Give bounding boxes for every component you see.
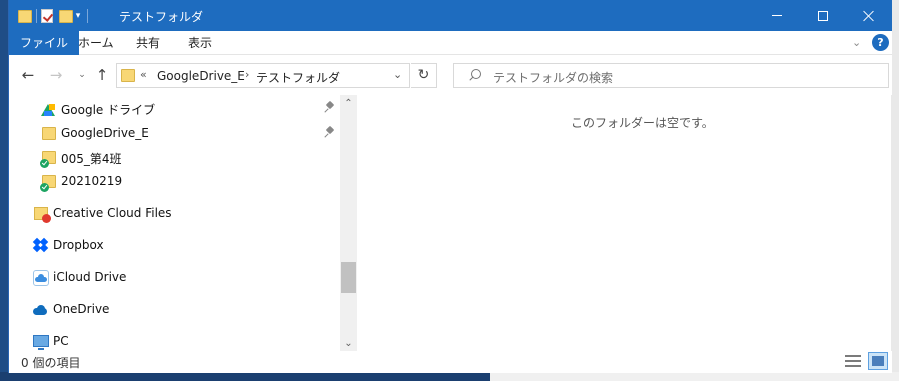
nav-item-label: OneDrive: [53, 302, 110, 316]
customize-toolbar-chevron-down-icon[interactable]: ▾: [73, 11, 83, 21]
quick-access-toolbar: ▾: [18, 7, 92, 25]
nav-item-onedrive[interactable]: OneDrive: [9, 299, 339, 321]
breadcrumb-separator-chevron-right-icon[interactable]: ›: [245, 68, 249, 81]
navigation-bar: ← → ⌄ ↑ « GoogleDrive_E › テストフォルダ ⌄ ↻ テス…: [9, 55, 892, 95]
search-placeholder: テストフォルダの検索: [493, 71, 614, 85]
pin-icon[interactable]: [325, 127, 335, 139]
nav-item-20210219[interactable]: 20210219: [9, 171, 339, 193]
explorer-window: ▾ テストフォルダ ファイル ホーム 共有 表示 ⌄ ? ← → ⌄ ↑ « G…: [8, 0, 892, 373]
nav-item-label: Dropbox: [53, 238, 104, 252]
folder-icon: [121, 69, 135, 82]
breadcrumb-overflow[interactable]: «: [140, 68, 147, 81]
pin-icon[interactable]: [325, 102, 335, 114]
nav-item-label: Google ドライブ: [61, 103, 156, 117]
onedrive-icon: [32, 304, 48, 316]
nav-item-label: PC: [53, 334, 69, 348]
window-title: テストフォルダ: [119, 10, 204, 24]
nav-item-icloud-drive[interactable]: iCloud Drive: [9, 267, 339, 289]
file-list-pane[interactable]: このフォルダーは空です。: [358, 95, 891, 351]
nav-item-label: Creative Cloud Files: [53, 206, 172, 220]
nav-item-label: 005_第4班: [61, 152, 122, 166]
search-icon: [468, 69, 481, 81]
desktop-background-right: [891, 0, 899, 381]
nav-item-googledrive-e[interactable]: GoogleDrive_E: [9, 123, 339, 145]
recent-locations-chevron-down-icon[interactable]: ⌄: [72, 65, 92, 85]
maximize-button[interactable]: [800, 0, 846, 31]
desktop-background-bottom-right: [490, 372, 899, 381]
scroll-up-chevron-icon[interactable]: ⌃: [340, 95, 357, 112]
maximize-icon: [818, 10, 828, 21]
address-dropdown-chevron-down-icon[interactable]: ⌄: [393, 68, 402, 81]
new-folder-icon[interactable]: [59, 9, 73, 23]
title-bar[interactable]: ▾ テストフォルダ: [9, 0, 892, 31]
tab-home[interactable]: ホーム: [66, 31, 126, 55]
nav-item-label: iCloud Drive: [53, 270, 127, 284]
large-icons-view-icon[interactable]: [868, 352, 888, 370]
item-count: 0 個の項目: [21, 356, 81, 370]
synced-check-icon: [40, 159, 49, 168]
folder-icon: [42, 127, 56, 140]
nav-item-label: 20210219: [61, 174, 123, 188]
desktop-background-left: [0, 0, 8, 381]
toolbar-separator: [36, 9, 37, 23]
folder-icon: [18, 9, 32, 23]
creative-cloud-folder-icon: [34, 207, 51, 223]
synced-check-icon: [40, 183, 49, 192]
pc-icon: [33, 335, 49, 350]
properties-icon[interactable]: [41, 9, 53, 23]
up-arrow-icon[interactable]: ↑: [92, 65, 112, 85]
nav-item-label: GoogleDrive_E: [61, 126, 149, 140]
forward-arrow-icon[interactable]: →: [46, 65, 66, 85]
details-view-icon[interactable]: [845, 354, 861, 368]
search-box[interactable]: テストフォルダの検索: [453, 63, 889, 88]
refresh-icon[interactable]: ↻: [411, 63, 437, 88]
ribbon-tabs: ファイル ホーム 共有 表示 ⌄ ?: [9, 31, 892, 55]
tab-share[interactable]: 共有: [124, 31, 172, 55]
expand-ribbon-chevron-down-icon[interactable]: ⌄: [852, 36, 864, 49]
nav-item-pc[interactable]: PC: [9, 331, 339, 353]
dropbox-icon: [32, 237, 49, 253]
minimize-icon: [772, 15, 782, 16]
tab-view[interactable]: 表示: [176, 31, 224, 55]
back-arrow-icon[interactable]: ←: [18, 65, 38, 85]
close-button[interactable]: [846, 0, 892, 31]
breadcrumb-segment-test-folder[interactable]: テストフォルダ: [256, 69, 340, 86]
nav-item-005-group4[interactable]: 005_第4班: [9, 147, 339, 169]
close-icon: [863, 10, 875, 22]
nav-item-creative-cloud-files[interactable]: Creative Cloud Files: [9, 203, 339, 225]
nav-item-dropbox[interactable]: Dropbox: [9, 235, 339, 257]
empty-folder-message: このフォルダーは空です。: [571, 116, 714, 130]
navigation-pane: Google ドライブ GoogleDrive_E 005_第4班 202102…: [9, 95, 355, 351]
toolbar-separator: [87, 9, 88, 23]
google-drive-icon: [41, 104, 55, 116]
breadcrumb-segment-googledrive-e[interactable]: GoogleDrive_E: [157, 69, 245, 83]
status-bar: 0 個の項目: [9, 351, 892, 373]
scroll-down-chevron-icon[interactable]: ⌄: [340, 335, 357, 352]
icloud-icon: [33, 270, 49, 286]
scrollbar-thumb[interactable]: [341, 262, 356, 293]
minimize-button[interactable]: [754, 0, 800, 31]
help-icon[interactable]: ?: [872, 34, 889, 51]
navigation-pane-scrollbar[interactable]: ⌃ ⌄: [340, 95, 357, 353]
nav-item-google-drive[interactable]: Google ドライブ: [9, 98, 339, 120]
address-bar[interactable]: « GoogleDrive_E › テストフォルダ ⌄: [116, 63, 410, 88]
